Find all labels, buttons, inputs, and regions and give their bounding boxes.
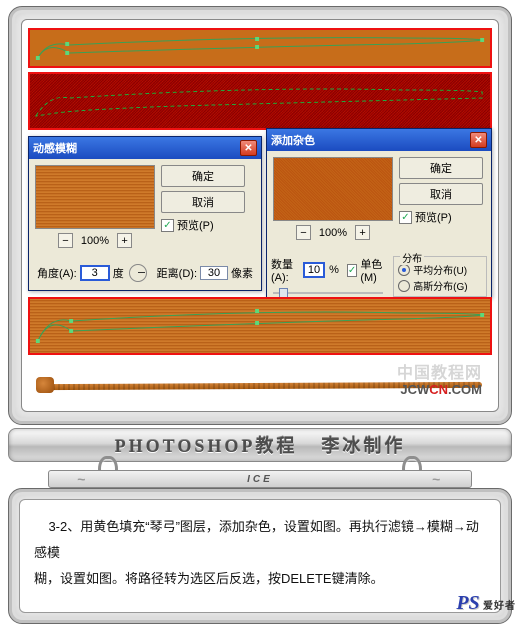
brushed-strip (30, 299, 490, 353)
watermark: 中国教程网 JCWCN.COM (397, 365, 482, 397)
mono-checkbox[interactable]: ✓ 单色(M) (347, 256, 385, 284)
distribution-legend: 分布 (400, 250, 424, 265)
watermark-cn: 中国教程网 (397, 365, 482, 383)
preview-checkbox-label: 预览(P) (415, 209, 452, 225)
radio-icon (398, 280, 410, 292)
result-rope: 中国教程网 JCWCN.COM (28, 359, 492, 405)
motion-blur-dialog: 动感模糊 ✕ − 100% + 确定 (28, 136, 262, 291)
add-noise-dialog: 添加杂色 ✕ − 100% + 确定 (266, 128, 492, 298)
step-number: 3-2、 (48, 519, 80, 534)
zoom-level: 100% (319, 227, 347, 239)
close-icon[interactable]: ✕ (240, 140, 257, 156)
motion-blur-preview (35, 165, 155, 229)
instruction-line2: 糊，设置如图。将路径转为选区后反选，按DELETE键清除。 (34, 571, 384, 586)
sample-strip-2 (28, 72, 492, 130)
bezier-path-1 (30, 30, 490, 66)
angle-dial[interactable] (129, 264, 147, 282)
angle-unit: 度 (113, 265, 124, 281)
ok-button[interactable]: 确定 (399, 157, 483, 179)
zoom-out-button[interactable]: − (58, 233, 73, 248)
ps-logo-sub: 爱好者 (483, 601, 516, 612)
sample-strip-1 (28, 28, 492, 68)
amount-slider[interactable] (273, 292, 383, 294)
checkbox-icon: ✓ (161, 219, 174, 232)
preview-checkbox[interactable]: ✓ 预览(P) (399, 209, 483, 225)
cancel-button[interactable]: 取消 (161, 191, 245, 213)
zoom-in-button[interactable]: + (355, 225, 370, 240)
preview-checkbox[interactable]: ✓ 预览(P) (161, 217, 245, 233)
zoom-in-button[interactable]: + (117, 233, 132, 248)
ok-button[interactable]: 确定 (161, 165, 245, 187)
add-noise-title: 添加杂色 (271, 132, 315, 148)
mono-label: 单色(M) (360, 256, 385, 284)
noise-strip (30, 74, 490, 128)
motion-blur-title: 动感模糊 (33, 140, 77, 156)
flat-orange-strip (30, 30, 490, 66)
ps-lover-logo: PS 爱好者 (456, 592, 516, 615)
zoom-level: 100% (81, 235, 109, 247)
title-left: PHOTOSHOP教程 (115, 432, 298, 458)
add-noise-preview (273, 157, 393, 221)
ice-banner: ICE (48, 470, 472, 488)
title-band: PHOTOSHOP教程 李冰制作 (8, 428, 512, 462)
distance-input[interactable]: 30 (200, 266, 228, 280)
rope-frog (36, 377, 54, 393)
bezier-path-3 (30, 299, 490, 353)
instruction-text: 3-2、用黄色填充“琴弓”图层，添加杂色，设置如图。再执行滤镜→模糊→动感模 糊… (19, 499, 501, 613)
checkbox-icon: ✓ (399, 211, 412, 224)
angle-input[interactable]: 3 (80, 265, 110, 281)
watermark-brand: JCWCN.COM (397, 383, 482, 397)
sample-strip-3 (28, 297, 492, 355)
distance-label: 距离(D): (157, 265, 197, 281)
radio-icon (398, 264, 410, 276)
zoom-out-button[interactable]: − (296, 225, 311, 240)
amount-unit: % (329, 264, 339, 276)
add-noise-titlebar[interactable]: 添加杂色 ✕ (267, 129, 491, 151)
tutorial-inner: 动感模糊 ✕ − 100% + 确定 (21, 19, 499, 412)
dialog-row: 动感模糊 ✕ − 100% + 确定 (28, 134, 492, 294)
cancel-button[interactable]: 取消 (399, 183, 483, 205)
angle-label: 角度(A): (37, 265, 77, 281)
amount-label: 数量(A): (271, 256, 299, 284)
preview-checkbox-label: 预览(P) (177, 217, 214, 233)
title-right: 李冰制作 (321, 432, 405, 458)
distance-unit: 像素 (231, 265, 253, 281)
selection-path-2 (30, 74, 490, 128)
close-icon[interactable]: ✕ (470, 132, 487, 148)
instruction-panel: 3-2、用黄色填充“琴弓”图层，添加杂色，设置如图。再执行滤镜→模糊→动感模 糊… (8, 488, 512, 624)
ice-label: ICE (247, 474, 273, 485)
distribution-group: 分布 平均分布(U) 高斯分布(G) (393, 256, 487, 297)
ps-logo-big: PS (456, 592, 479, 614)
gaussian-radio[interactable]: 高斯分布(G) (398, 278, 482, 293)
instruction-line1: 用黄色填充“琴弓”图层，添加杂色，设置如图。再执行滤镜→模糊→动感模 (34, 519, 479, 560)
motion-blur-titlebar[interactable]: 动感模糊 ✕ (29, 137, 261, 159)
tutorial-panel: 动感模糊 ✕ − 100% + 确定 (8, 6, 512, 425)
ice-hanger: ICE (8, 462, 512, 486)
checkbox-icon: ✓ (347, 264, 357, 277)
amount-input[interactable]: 10 (303, 262, 325, 278)
